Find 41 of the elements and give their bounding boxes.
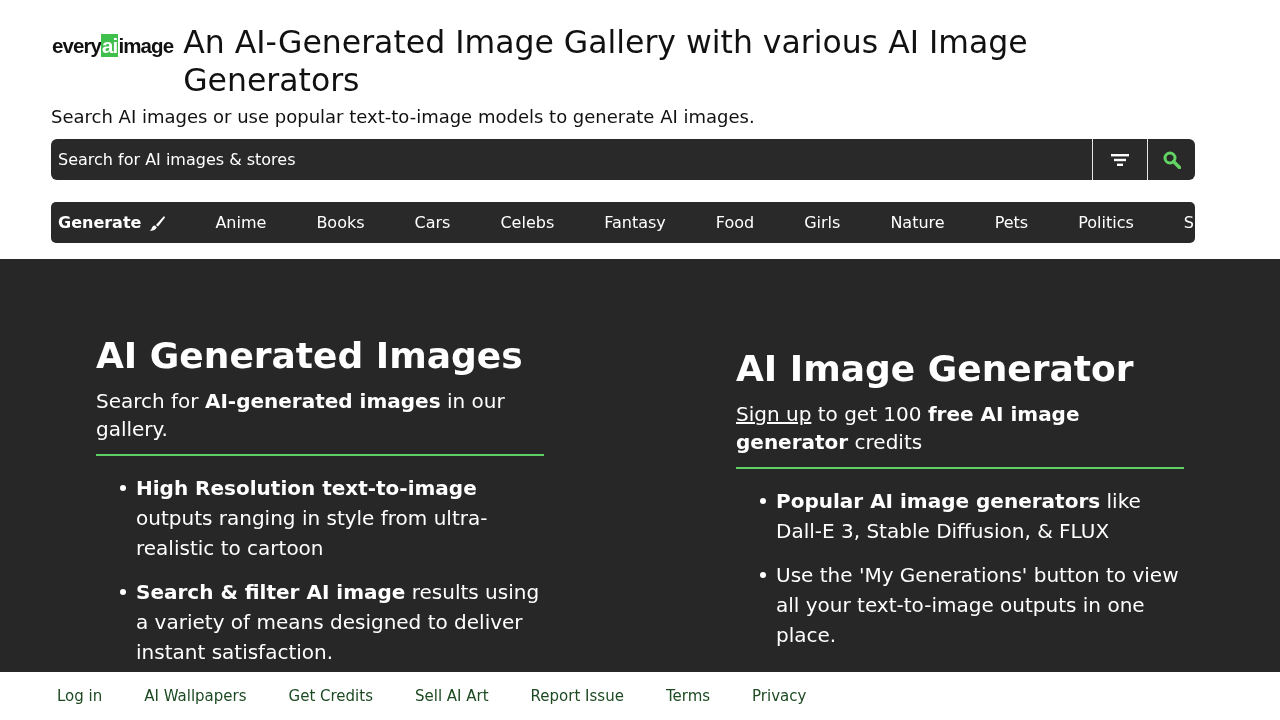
feature-text: Popular AI image generators like Dall-E 3, Stable Diffusion, & FLUX	[776, 488, 1142, 545]
generate-link[interactable]: Generate	[51, 202, 191, 243]
category-link[interactable]: S	[1158, 202, 1194, 243]
page-subtitle: Search AI images or use popular text-to-image models to generate AI images.	[51, 105, 756, 129]
category-link[interactable]: Anime	[190, 202, 292, 243]
bullet-icon	[120, 485, 126, 491]
section-heading: AI Image Generator	[736, 347, 1135, 391]
category-link[interactable]: Celebs	[475, 202, 580, 243]
bullet-icon	[760, 572, 766, 578]
filter-button[interactable]	[1092, 139, 1147, 180]
section-description: Search for AI-generated images in our gallery.	[96, 388, 506, 443]
category-link[interactable]: Politics	[1053, 202, 1159, 243]
category-link[interactable]: Fantasy	[579, 202, 691, 243]
category-link[interactable]: Books	[291, 202, 390, 243]
logo[interactable]: everyaiimage	[52, 33, 174, 59]
filter-icon	[1111, 153, 1129, 166]
section-heading: AI Generated Images	[96, 334, 524, 378]
footer-link[interactable]: Log in	[57, 687, 103, 705]
search-button[interactable]	[1147, 139, 1195, 180]
bullet-icon	[760, 498, 766, 504]
category-link[interactable]: Pets	[969, 202, 1054, 243]
footer-link[interactable]: Terms	[665, 687, 711, 705]
category-link[interactable]: Girls	[779, 202, 866, 243]
category-link[interactable]: Food	[690, 202, 780, 243]
page-title: An AI-Generated Image Gallery with various AI Image Generators	[183, 23, 1029, 99]
feature-text: Search & filter AI image results using a variety of means designed to deliver instant satisfaction.	[136, 579, 541, 666]
sign-up-link[interactable]: Sign up	[736, 402, 812, 426]
brush-icon	[149, 214, 166, 231]
category-link[interactable]: Nature	[865, 202, 970, 243]
bullet-icon	[120, 589, 126, 595]
footer-link[interactable]: Privacy	[752, 687, 807, 705]
section-description: Sign up to get 100 free AI image generator credits	[736, 401, 1081, 456]
footer-link[interactable]: Sell AI Art	[415, 687, 489, 705]
footer-link[interactable]: AI Wallpapers	[144, 687, 247, 705]
category-link[interactable]: Cars	[389, 202, 476, 243]
feature-text: Use the 'My Generations' button to view all your text-to-image outputs in one place.	[776, 562, 1180, 649]
search-icon	[1162, 150, 1181, 169]
feature-text: High Resolution text-to-image outputs ranging in style from ultra-realistic to cartoon	[136, 475, 489, 562]
search-field[interactable]: Search for AI images & stores	[51, 139, 1092, 180]
footer-link[interactable]: Get Credits	[288, 687, 373, 705]
footer-link[interactable]: Report Issue	[530, 687, 624, 705]
